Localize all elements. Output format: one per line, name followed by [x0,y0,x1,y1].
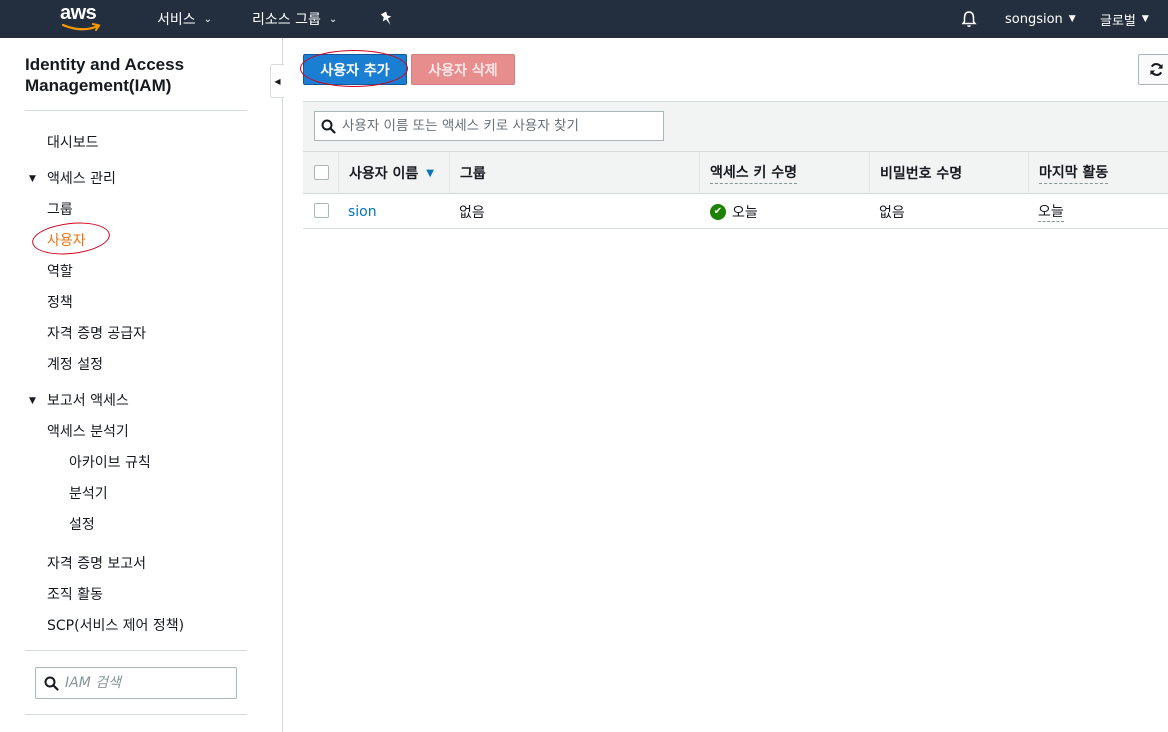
sidebar-section-access-management[interactable]: ▼ 액세스 관리 [29,168,116,188]
sidebar-item-account-settings[interactable]: 계정 설정 [47,354,103,374]
row-checkbox[interactable] [314,203,329,218]
select-all-checkbox[interactable] [314,165,329,180]
chevron-down-icon: ⌄ [203,13,213,25]
sidebar-item-roles[interactable]: 역할 [47,261,73,281]
search-icon [44,676,59,691]
access-key-age-cell: ✔ 오늘 [710,194,758,229]
column-header-groups[interactable]: 그룹 [449,152,699,194]
column-header-label: 마지막 활동 [1039,162,1109,184]
sidebar-item-policies[interactable]: 정책 [47,292,73,312]
add-user-button[interactable]: 사용자 추가 [303,54,407,85]
aws-logo[interactable]: aws [60,2,104,34]
caret-down-icon: ▼ [1141,14,1149,24]
sidebar-section-label: 액세스 관리 [47,171,116,187]
resource-groups-menu[interactable]: 리소스 그룹 ⌄ [252,0,337,38]
last-activity-cell: 오늘 [1038,194,1064,229]
password-age-cell: 없음 [879,204,905,221]
sidebar-item-credential-report[interactable]: 자격 증명 보고서 [47,553,146,573]
column-header-access-key-age[interactable]: 액세스 키 수명 [699,152,869,194]
groups-cell: 없음 [459,204,485,221]
user-filter-box[interactable] [314,111,664,141]
sidebar: Identity and Access Management(IAM) 대시보드… [0,38,283,732]
column-header-label: 비밀번호 수명 [880,166,963,182]
column-header-label: 사용자 이름 [349,166,419,182]
delete-user-button[interactable]: 사용자 삭제 [411,54,515,85]
refresh-icon [1150,63,1163,76]
sidebar-section-access-reports[interactable]: ▼ 보고서 액세스 [29,390,129,410]
sidebar-divider [25,650,247,651]
sidebar-item-users[interactable]: 사용자 [47,230,86,250]
access-key-age-text: 오늘 [732,204,758,221]
username-text[interactable]: sion [348,204,377,220]
sidebar-divider [25,110,247,111]
sidebar-item-access-analyzer[interactable]: 액세스 분석기 [47,421,129,441]
sidebar-item-groups[interactable]: 그룹 [47,199,73,219]
table-header: 사용자 이름 ▼ 그룹 액세스 키 수명 비밀번호 수명 마지막 활동 [303,152,1168,194]
user-filter-input[interactable] [342,118,660,134]
sidebar-section-label: 보고서 액세스 [47,393,129,409]
sidebar-item-archive-rules[interactable]: 아카이브 규칙 [69,452,151,472]
sidebar-divider [25,714,247,715]
column-header-label: 액세스 키 수명 [710,162,798,184]
last-activity-text: 오늘 [1038,201,1064,222]
collapse-sidebar-button[interactable]: ◀ [270,64,284,98]
username-link[interactable]: sion [348,194,377,229]
sort-descending-icon[interactable]: ▼ [426,168,434,179]
iam-search-input[interactable] [65,675,225,691]
aws-logo-text: aws [60,2,97,24]
caret-down-icon: ▼ [1068,14,1076,24]
sidebar-title-line2: Management(IAM) [25,76,172,95]
account-menu[interactable]: songsion ▼ [1005,0,1076,38]
pin-icon[interactable] [380,0,394,38]
refresh-button[interactable] [1138,54,1168,85]
chevron-down-icon: ⌄ [328,13,338,25]
resource-groups-label: 리소스 그룹 [252,12,321,28]
check-circle-icon: ✔ [710,203,726,220]
column-header-label: 그룹 [460,166,486,182]
sidebar-title-line1: Identity and Access [25,55,185,74]
sidebar-item-settings[interactable]: 설정 [69,514,95,534]
column-header-username[interactable]: 사용자 이름 ▼ [338,152,449,194]
services-menu[interactable]: 서비스 ⌄ [157,0,212,38]
aws-smile-icon [62,23,101,31]
sidebar-item-organization-activity[interactable]: 조직 활동 [47,584,103,604]
column-header-password-age[interactable]: 비밀번호 수명 [869,152,1028,194]
services-label: 서비스 [157,12,196,28]
region-menu[interactable]: 글로벌 ▼ [1100,0,1149,38]
sidebar-item-scp[interactable]: SCP(서비스 제어 정책) [47,615,184,635]
sidebar-item-dashboard[interactable]: 대시보드 [47,132,99,152]
table-row[interactable]: sion 없음 ✔ 오늘 없음 오늘 [303,194,1168,229]
caret-down-icon: ▼ [29,174,36,184]
caret-left-icon: ◀ [274,76,281,86]
sidebar-title[interactable]: Identity and Access Management(IAM) [25,54,184,96]
region-label: 글로벌 [1100,13,1136,29]
users-table: 사용자 이름 ▼ 그룹 액세스 키 수명 비밀번호 수명 마지막 활동 sion… [303,101,1168,229]
sidebar-item-analyzers[interactable]: 분석기 [69,483,108,503]
column-header-last-activity[interactable]: 마지막 활동 [1028,152,1168,194]
bell-icon[interactable] [960,0,978,38]
caret-down-icon: ▼ [29,396,36,406]
account-name: songsion [1005,11,1063,27]
table-filter-bar [303,102,1168,152]
top-navigation-bar: aws 서비스 ⌄ 리소스 그룹 ⌄ songsion ▼ 글로벌 ▼ [0,0,1168,38]
search-icon [321,119,336,134]
sidebar-item-identity-providers[interactable]: 자격 증명 공급자 [47,323,146,343]
iam-search-box[interactable] [35,667,237,699]
